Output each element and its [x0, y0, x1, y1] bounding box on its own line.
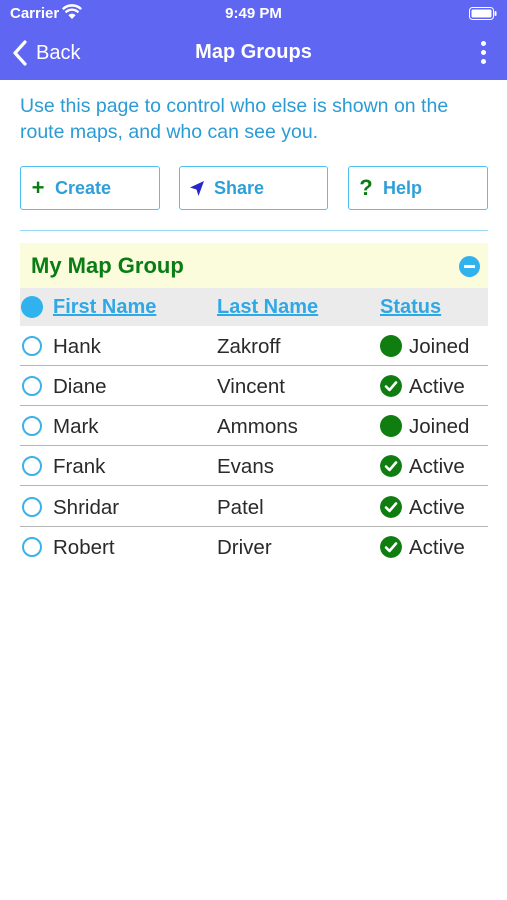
last-name-cell: Ammons — [217, 415, 298, 438]
share-label: Share — [214, 177, 265, 198]
row-select-radio[interactable] — [22, 416, 42, 436]
divider — [20, 230, 488, 231]
navigation-bar: Back Map Groups — [0, 28, 507, 80]
table-row[interactable]: Shridar Patel Active — [20, 487, 488, 527]
help-button[interactable]: ? Help — [348, 166, 488, 210]
last-name-cell: Driver — [217, 536, 272, 559]
status-cell: Active — [409, 375, 465, 398]
app-header: Carrier 9:49 PM Back Map Groups — [0, 0, 507, 80]
share-button[interactable]: Share — [179, 166, 328, 210]
first-name-cell: Shridar — [53, 496, 120, 519]
status-bar: Carrier 9:49 PM — [0, 0, 507, 28]
column-header-first-name[interactable]: First Name — [53, 296, 156, 319]
first-name-cell: Mark — [53, 415, 99, 438]
group-header: My Map Group — [20, 243, 488, 288]
row-select-radio[interactable] — [22, 336, 42, 356]
checkmark-circle-icon — [380, 536, 402, 558]
select-all-radio[interactable] — [21, 296, 43, 318]
green-dot-icon — [380, 415, 402, 437]
table-row[interactable]: Hank Zakroff Joined — [20, 326, 488, 366]
first-name-cell: Frank — [53, 455, 106, 478]
first-name-cell: Hank — [53, 335, 101, 358]
first-name-cell: Robert — [53, 536, 115, 559]
status-cell: Joined — [409, 335, 470, 358]
group-title: My Map Group — [31, 253, 184, 278]
create-label: Create — [55, 177, 112, 198]
table-row[interactable]: Robert Driver Active — [20, 527, 488, 567]
table-row[interactable]: Diane Vincent Active — [20, 366, 488, 406]
green-dot-icon — [380, 335, 402, 357]
question-icon: ? — [359, 175, 373, 200]
plus-icon: + — [31, 175, 45, 200]
status-cell: Active — [409, 536, 465, 559]
last-name-cell: Vincent — [217, 375, 286, 398]
clock: 9:49 PM — [225, 5, 282, 22]
status-cell: Active — [409, 455, 465, 478]
table-row[interactable]: Frank Evans Active — [20, 446, 488, 486]
last-name-cell: Zakroff — [217, 335, 281, 358]
status-cell: Joined — [409, 415, 470, 438]
intro-text: Use this page to control who else is sho… — [20, 95, 449, 143]
row-select-radio[interactable] — [22, 376, 42, 396]
last-name-cell: Patel — [217, 496, 264, 519]
battery-icon — [469, 7, 497, 20]
column-header-status[interactable]: Status — [380, 296, 441, 319]
location-arrow-icon — [180, 175, 214, 201]
collapse-minus-icon[interactable] — [459, 256, 480, 277]
row-select-radio[interactable] — [22, 537, 42, 557]
first-name-cell: Diane — [53, 375, 107, 398]
more-options-icon[interactable] — [479, 41, 487, 65]
row-select-radio[interactable] — [22, 456, 42, 476]
column-header-row: First Name Last Name Status — [20, 288, 488, 326]
create-button[interactable]: + Create — [20, 166, 160, 210]
page-title: Map Groups — [195, 41, 312, 63]
row-select-radio[interactable] — [22, 497, 42, 517]
column-header-last-name[interactable]: Last Name — [217, 296, 318, 319]
last-name-cell: Evans — [217, 455, 274, 478]
status-cell: Active — [409, 496, 465, 519]
checkmark-circle-icon — [380, 496, 402, 518]
help-label: Help — [383, 177, 423, 198]
checkmark-circle-icon — [380, 375, 402, 397]
checkmark-circle-icon — [380, 455, 402, 477]
table-row[interactable]: Mark Ammons Joined — [20, 406, 488, 446]
